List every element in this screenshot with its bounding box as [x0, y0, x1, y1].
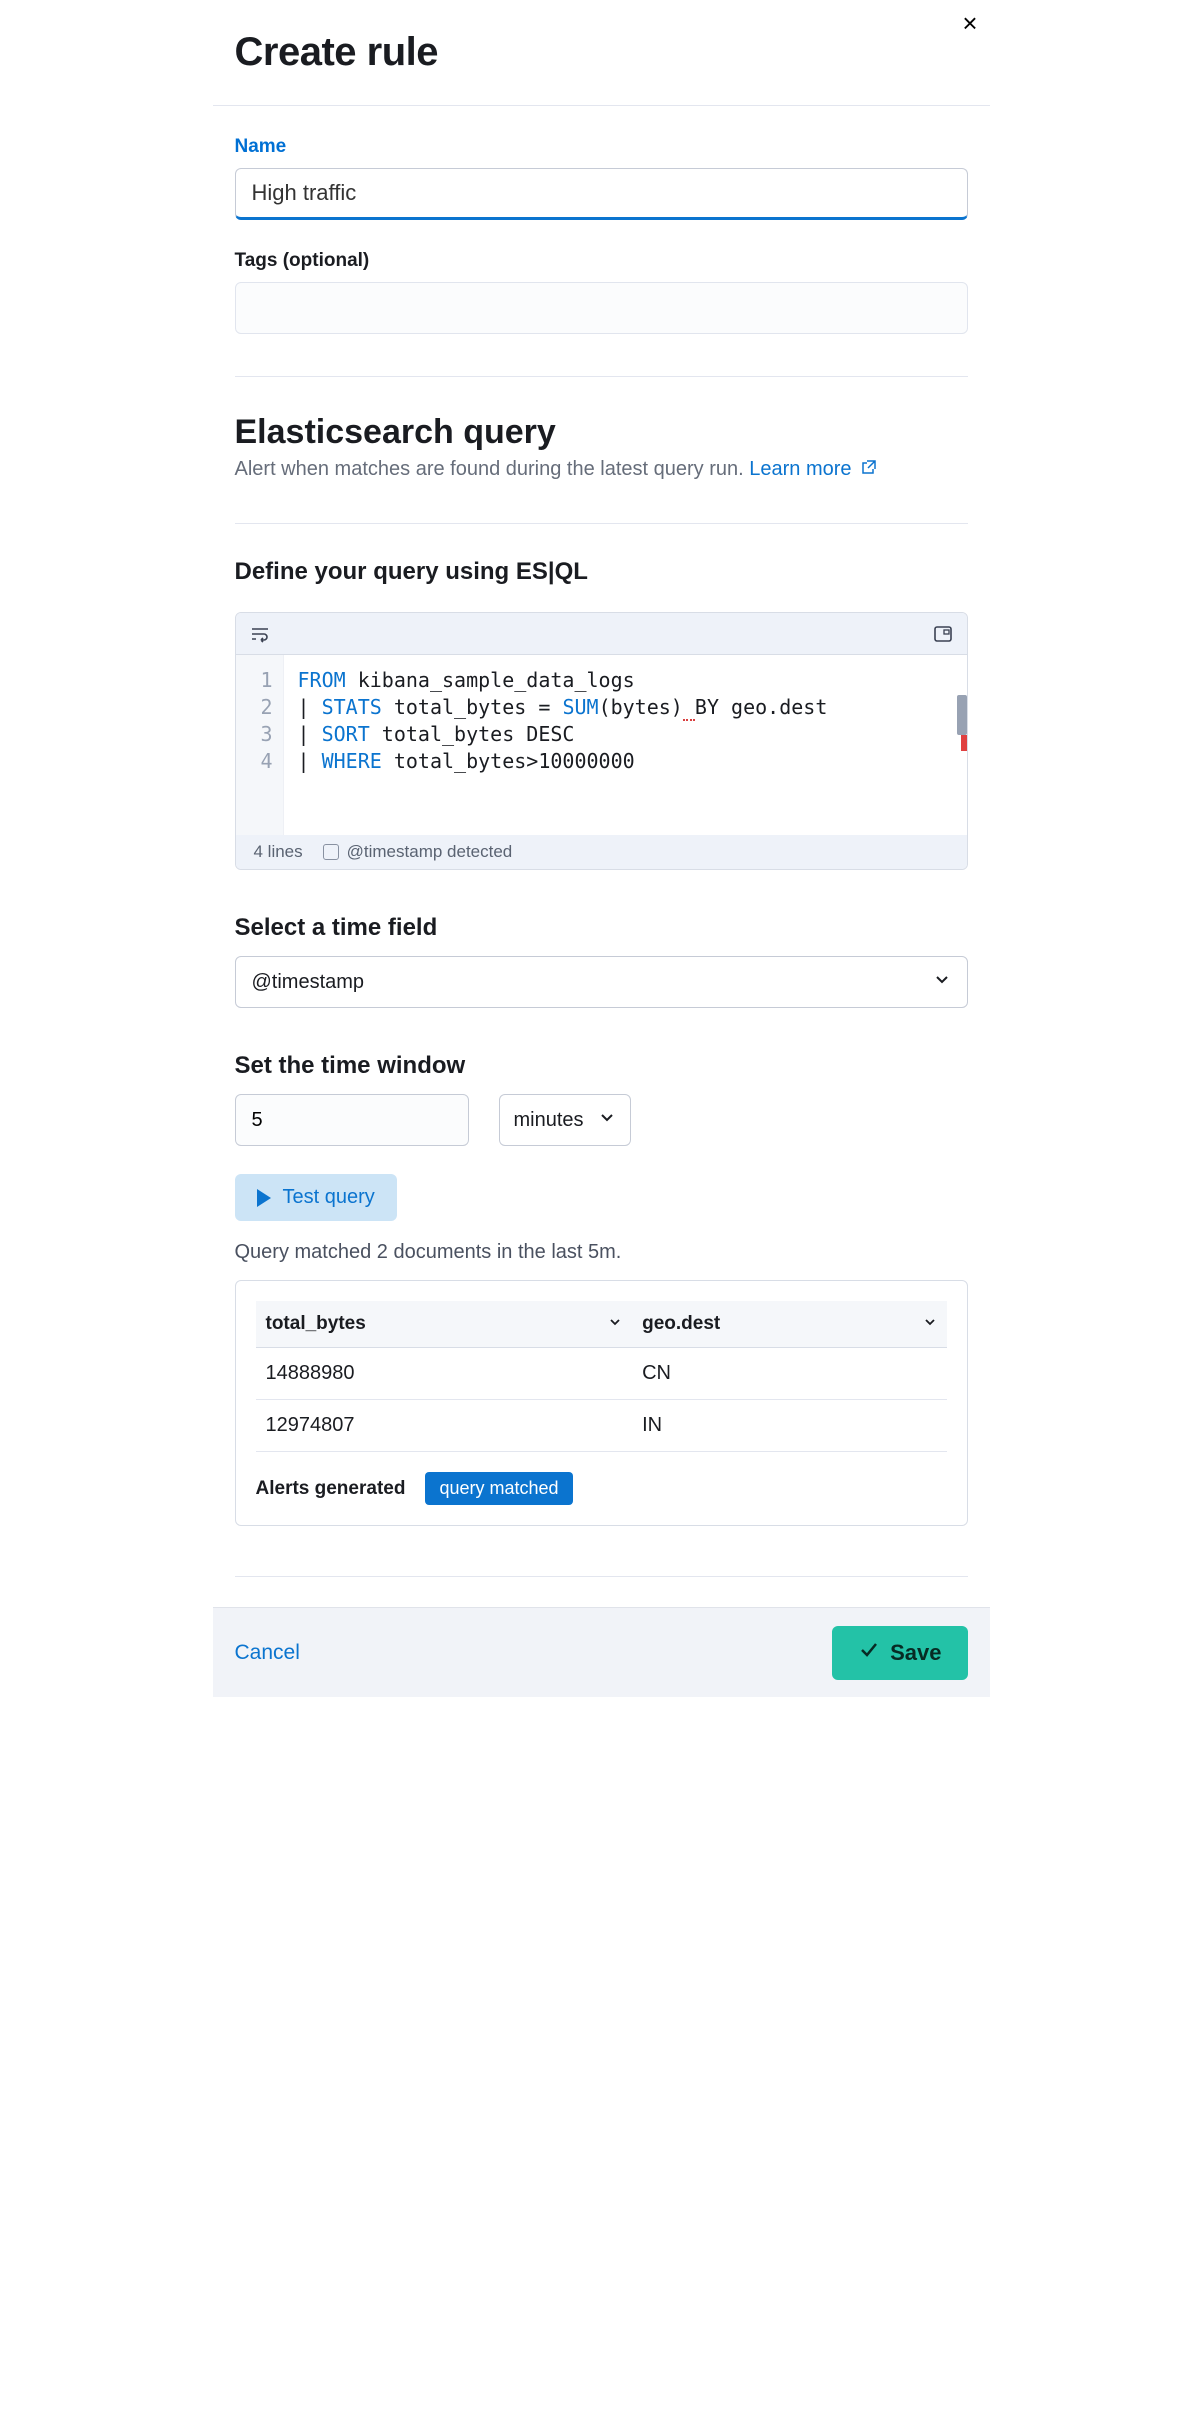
query-section-desc: Alert when matches are found during the …	[235, 458, 968, 481]
save-button[interactable]: Save	[832, 1626, 967, 1680]
word-wrap-icon[interactable]	[250, 624, 270, 644]
chevron-down-icon	[598, 1108, 616, 1132]
query-desc-text: Alert when matches are found during the …	[235, 458, 744, 480]
time-field-title: Select a time field	[235, 914, 968, 942]
editor-footer: 4 lines @timestamp detected	[236, 835, 967, 869]
external-link-icon	[861, 458, 877, 481]
scroll-thumb[interactable]	[957, 695, 967, 735]
results-box: total_bytes geo.dest	[235, 1280, 968, 1526]
header: Create rule	[213, 0, 990, 106]
esql-editor: 1 2 3 4 FROM kibana_sample_data_logs | S…	[235, 612, 968, 870]
name-label: Name	[235, 136, 968, 158]
time-window-unit-select[interactable]: minutes	[499, 1094, 631, 1146]
page-title: Create rule	[235, 30, 968, 75]
table-row: 14888980 CN	[256, 1348, 947, 1400]
time-field-value: @timestamp	[252, 971, 365, 994]
test-query-label: Test query	[283, 1186, 375, 1209]
cancel-button[interactable]: Cancel	[235, 1641, 300, 1665]
time-window-value[interactable]	[235, 1094, 469, 1146]
play-icon	[257, 1189, 271, 1207]
line-gutter: 1 2 3 4	[236, 655, 284, 835]
query-match-text: Query matched 2 documents in the last 5m…	[235, 1241, 968, 1264]
test-query-button[interactable]: Test query	[235, 1174, 397, 1221]
check-icon	[858, 1640, 878, 1666]
editor-toolbar	[236, 613, 967, 655]
time-window-unit: minutes	[514, 1109, 584, 1132]
query-matched-badge[interactable]: query matched	[425, 1472, 572, 1505]
tags-field-block: Tags (optional)	[235, 220, 968, 334]
table-row: 12974807 IN	[256, 1400, 947, 1452]
define-query-title: Define your query using ES|QL	[235, 558, 968, 586]
col-geo-dest[interactable]: geo.dest	[632, 1301, 946, 1348]
timestamp-detected: @timestamp detected	[347, 842, 513, 862]
chevron-down-icon	[923, 1313, 937, 1335]
alerts-generated-label: Alerts generated	[256, 1478, 406, 1500]
close-icon[interactable]: ×	[962, 10, 977, 36]
time-field-select[interactable]: @timestamp	[235, 956, 968, 1008]
tags-label: Tags (optional)	[235, 250, 968, 272]
reference-icon[interactable]	[933, 624, 953, 644]
query-section-title: Elasticsearch query	[235, 413, 968, 452]
code-area[interactable]: FROM kibana_sample_data_logs | STATS tot…	[284, 655, 967, 835]
results-table: total_bytes geo.dest	[256, 1301, 947, 1452]
name-input[interactable]	[235, 168, 968, 220]
divider	[235, 523, 968, 524]
col-total-bytes[interactable]: total_bytes	[256, 1301, 633, 1348]
error-marker-icon	[961, 735, 967, 751]
time-window-title: Set the time window	[235, 1052, 968, 1080]
tags-input[interactable]	[235, 282, 968, 334]
learn-more-link[interactable]: Learn more	[749, 458, 877, 480]
name-field-block: Name	[235, 106, 968, 220]
chevron-down-icon	[933, 970, 951, 994]
footer-bar: Cancel Save	[213, 1607, 990, 1697]
divider	[235, 376, 968, 377]
table-header-row: total_bytes geo.dest	[256, 1301, 947, 1348]
editor-body[interactable]: 1 2 3 4 FROM kibana_sample_data_logs | S…	[236, 655, 967, 835]
timestamp-icon	[323, 844, 339, 860]
create-rule-page: × Create rule Name Tags (optional) Elast…	[213, 0, 990, 1697]
save-label: Save	[890, 1640, 941, 1666]
chevron-down-icon	[608, 1313, 622, 1335]
lines-count: 4 lines	[254, 842, 303, 862]
